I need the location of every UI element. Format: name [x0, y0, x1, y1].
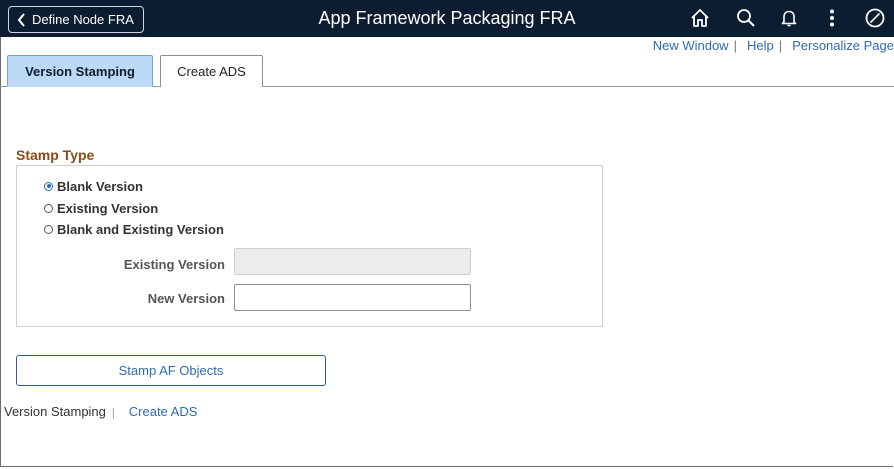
link-separator: |	[733, 38, 737, 53]
new-window-link[interactable]: New Window	[653, 38, 729, 53]
tab-label: Create ADS	[177, 64, 246, 79]
chevron-left-icon	[17, 12, 25, 27]
radio-blank-version[interactable]: Blank Version	[44, 178, 143, 194]
back-button-label: Define Node FRA	[32, 12, 134, 27]
back-button[interactable]: Define Node FRA	[8, 6, 144, 33]
radio-button-checked[interactable]	[44, 181, 53, 191]
radio-button[interactable]	[44, 203, 53, 213]
more-vertical-icon[interactable]	[821, 7, 843, 29]
radio-existing-version[interactable]: Existing Version	[44, 200, 158, 216]
existing-version-label: Existing Version	[123, 257, 225, 272]
stamp-type-group: Blank Version Existing Version Blank and…	[16, 165, 603, 327]
stamp-af-objects-button[interactable]: Stamp AF Objects	[16, 355, 326, 386]
new-version-field[interactable]	[234, 284, 471, 311]
radio-label: Existing Version	[57, 200, 159, 216]
tab-label: Version Stamping	[25, 63, 135, 79]
radio-label: Blank Version	[57, 178, 143, 194]
existing-version-field	[234, 248, 471, 275]
personalize-page-link[interactable]: Personalize Page	[792, 38, 894, 53]
bell-icon[interactable]	[778, 7, 800, 29]
radio-blank-and-existing-version[interactable]: Blank and Existing Version	[44, 221, 224, 237]
link-separator: |	[111, 407, 115, 419]
help-link[interactable]: Help	[747, 38, 774, 53]
link-separator: |	[778, 38, 783, 53]
page-title: App Framework Packaging FRA	[318, 8, 576, 28]
create-ads-link[interactable]: Create ADS	[129, 404, 198, 419]
radio-label: Blank and Existing Version	[57, 221, 224, 237]
radio-button[interactable]	[44, 224, 53, 234]
bottom-links: Version Stamping | Create ADS	[4, 404, 197, 419]
navbar-compass-icon[interactable]	[864, 7, 886, 29]
search-icon[interactable]	[735, 7, 757, 29]
home-icon[interactable]	[689, 7, 711, 29]
page-links: New Window | Help | Personalize Page	[653, 38, 894, 56]
new-version-label: New Version	[147, 291, 225, 306]
current-page-label: Version Stamping	[4, 404, 106, 419]
stamp-type-title: Stamp Type	[16, 147, 95, 163]
tab-version-stamping[interactable]: Version Stamping	[7, 55, 153, 87]
tab-create-ads[interactable]: Create ADS	[160, 55, 263, 87]
app-header: Define Node FRA App Framework Packaging …	[0, 0, 894, 37]
